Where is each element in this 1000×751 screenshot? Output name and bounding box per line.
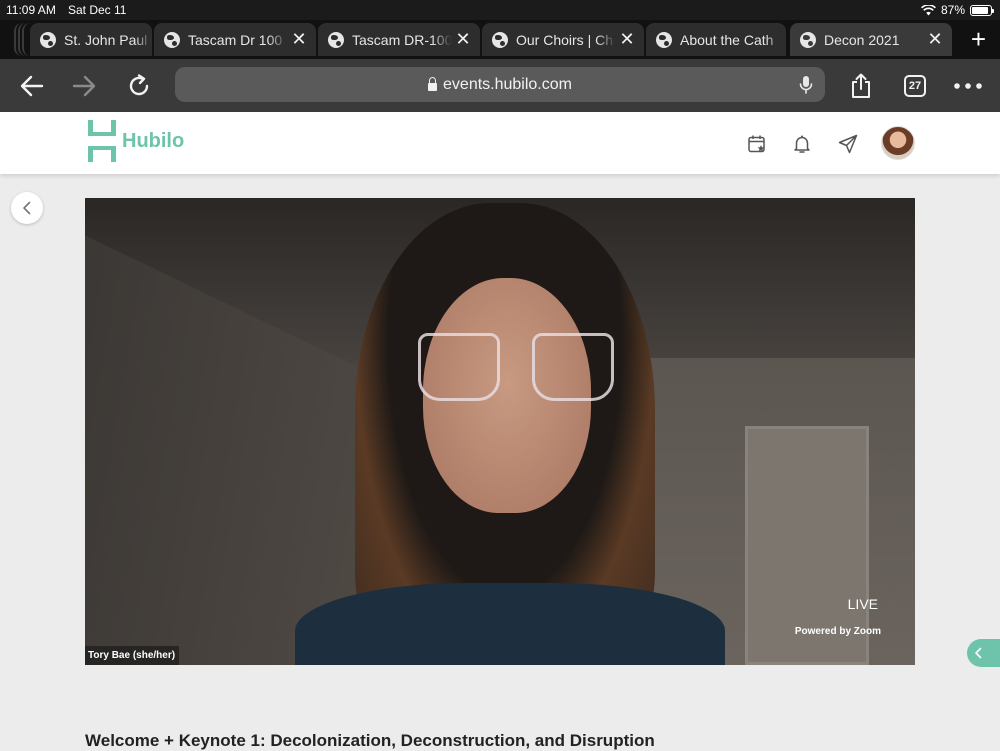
battery-fill [972, 6, 988, 14]
video-player[interactable]: LIVE Powered by Zoom Tory Bae (she/her) [85, 198, 915, 665]
send-icon [838, 134, 858, 154]
hubilo-logo-mark [88, 120, 116, 162]
tab-our-choirs[interactable]: Our Choirs | Ch ✕ [482, 23, 644, 56]
tab-tascam-dr-100-a[interactable]: Tascam Dr 100 ✕ [154, 23, 316, 56]
tab-title: Decon 2021 [824, 31, 900, 48]
forward-button[interactable] [69, 71, 99, 101]
chevron-left-icon [23, 201, 31, 215]
close-icon[interactable]: ✕ [452, 29, 474, 50]
brand-name: Hubilo [122, 129, 185, 152]
speaker-glasses [532, 333, 614, 401]
address-bar[interactable]: events.hubilo.com [175, 67, 825, 102]
forward-arrow-icon [72, 75, 96, 97]
globe-icon [328, 31, 344, 48]
globe-icon [164, 31, 180, 48]
globe-icon [492, 31, 508, 48]
session-title: Welcome + Keynote 1: Decolonization, Dec… [85, 731, 655, 750]
reload-icon [129, 74, 149, 96]
avatar[interactable] [881, 126, 915, 160]
notifications-button[interactable] [791, 133, 813, 155]
close-icon[interactable]: ✕ [924, 29, 946, 50]
agenda-button[interactable] [746, 133, 768, 155]
hubilo-logo[interactable]: Hubilo [88, 120, 184, 162]
tab-about-the-cath[interactable]: About the Cath [646, 23, 786, 56]
speaker-shirt [295, 583, 725, 665]
reload-button[interactable] [124, 71, 154, 101]
microphone-icon[interactable] [799, 75, 813, 95]
tab-st-john-paul[interactable]: St. John Paul [30, 23, 152, 56]
side-panel-toggle[interactable] [967, 639, 1000, 667]
tab-bar: St. John Paul Tascam Dr 100 ✕ Tascam DR-… [0, 20, 1000, 59]
clock: 11:09 AM [6, 3, 56, 17]
chevron-left-icon [975, 647, 982, 659]
globe-icon [656, 31, 672, 48]
url-text: events.hubilo.com [443, 75, 572, 93]
share-button[interactable] [846, 71, 876, 101]
tab-title: Tascam Dr 100 [188, 31, 283, 48]
tab-tascam-dr-100-b[interactable]: Tascam DR-100 ✕ [318, 23, 480, 56]
powered-by-label: Powered by Zoom [794, 626, 881, 637]
speaker-name-tag: Tory Bae (she/her) [85, 646, 180, 665]
status-right: 87% [921, 3, 994, 17]
back-button[interactable] [17, 71, 47, 101]
tab-title: St. John Paul [64, 31, 148, 48]
more-icon [954, 83, 982, 89]
tab-title: Tascam DR-100 [352, 31, 452, 48]
tab-count: 27 [904, 75, 926, 97]
site-header: Hubilo [0, 112, 1000, 174]
more-button[interactable] [953, 71, 983, 101]
calendar-icon [748, 135, 765, 153]
lock-icon [428, 76, 438, 91]
battery-icon [970, 4, 994, 16]
close-icon[interactable]: ✕ [616, 29, 638, 50]
back-arrow-icon [20, 75, 44, 97]
new-tab-button[interactable]: + [971, 26, 986, 52]
globe-icon [800, 31, 816, 48]
date: Sat Dec 11 [68, 3, 127, 17]
status-bar: 11:09 AM Sat Dec 11 87% [0, 0, 1000, 20]
wifi-icon [921, 4, 936, 15]
share-icon [852, 73, 870, 98]
tabs-overview-button[interactable]: 27 [900, 71, 930, 101]
globe-icon [40, 31, 56, 48]
battery-percent: 87% [940, 3, 965, 17]
live-label: LIVE [847, 596, 878, 612]
speaker-glasses [418, 333, 500, 401]
browser-toolbar: events.hubilo.com 27 [0, 59, 1000, 112]
bell-icon [794, 135, 810, 153]
back-to-lobby-button[interactable] [11, 192, 43, 224]
close-icon[interactable]: ✕ [288, 29, 310, 50]
tab-title: Our Choirs | Ch [516, 31, 613, 48]
tab-decon-2021[interactable]: Decon 2021 ✕ [790, 23, 952, 56]
tab-title: About the Cath [680, 31, 774, 48]
messages-button[interactable] [837, 133, 859, 155]
